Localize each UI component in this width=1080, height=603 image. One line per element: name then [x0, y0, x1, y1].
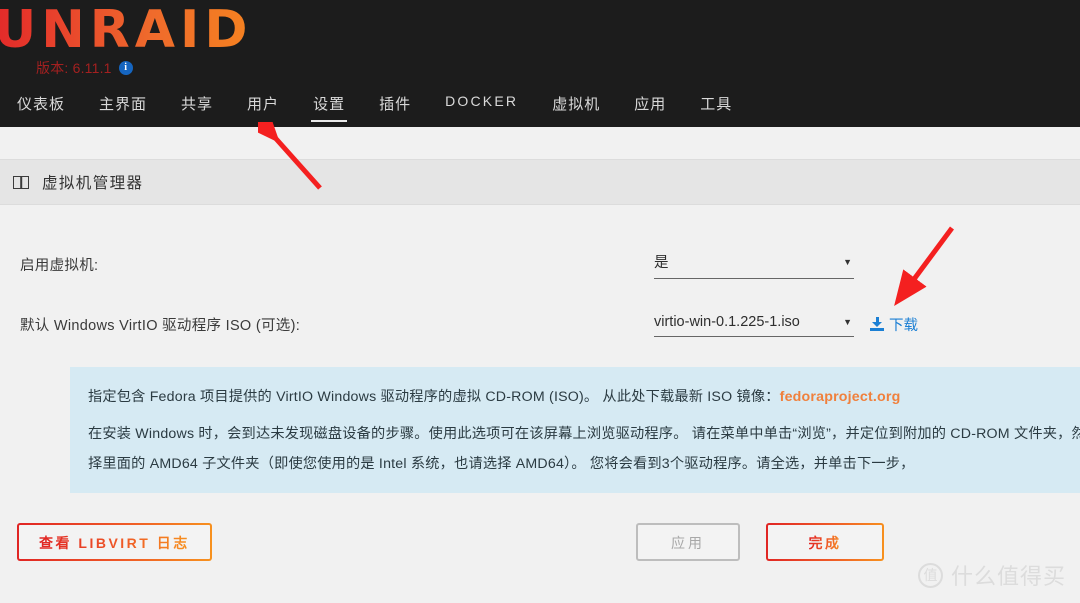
section-header: 虚拟机管理器 [0, 159, 1080, 205]
select-enable-vms-value: 是 [654, 255, 669, 271]
version-label: 版本: 6.11.1 [36, 60, 112, 76]
watermark-text: 什么值得买 [950, 564, 1066, 589]
select-enable-vms[interactable]: 是 ▼ [654, 249, 854, 279]
fedora-project-link[interactable]: fedoraproject.org [780, 389, 901, 405]
chevron-down-icon: ▼ [843, 256, 852, 267]
download-link[interactable]: 下载 [870, 314, 918, 335]
watermark-badge: 值 [917, 562, 943, 588]
view-libvirt-log-button-label: 查看 LIBVIRT 日志 [39, 535, 190, 551]
button-row: 查看 LIBVIRT 日志 应用 完成 [0, 523, 1080, 563]
label-virtio-iso: 默认 Windows VirtIO 驱动程序 ISO (可选): [20, 317, 301, 334]
vm-settings-form: 启用虚拟机: 是 ▼ 默认 Windows VirtIO 驱动程序 ISO (可… [0, 241, 1080, 347]
form-row-enable-vms: 启用虚拟机: 是 ▼ [20, 241, 1060, 287]
help-paragraph-1: 指定包含 Fedora 项目提供的 VirtIO Windows 驱动程序的虚拟… [88, 382, 1080, 412]
nav-item-dashboard[interactable]: 仪表板 [0, 93, 82, 122]
done-button-label: 完成 [808, 535, 842, 551]
select-virtio-iso-value: virtio-win-0.1.225-1.iso [654, 313, 800, 330]
form-row-virtio-iso: 默认 Windows VirtIO 驱动程序 ISO (可选): virtio-… [20, 301, 1060, 347]
apply-button[interactable]: 应用 [636, 523, 740, 561]
nav-item-apps[interactable]: 应用 [617, 93, 683, 122]
help-paragraph-2: 在安装 Windows 时，会到达未发现磁盘设备的步骤。使用此选项可在该屏幕上浏… [88, 426, 1080, 472]
main-navigation: 仪表板 主界面 共享 用户 设置 插件 DOCKER 虚拟机 应用 工具 [0, 93, 749, 122]
page-title: 虚拟机管理器 [42, 175, 144, 192]
view-libvirt-log-button[interactable]: 查看 LIBVIRT 日志 [17, 523, 212, 561]
help-paragraph-1-text: 指定包含 Fedora 项目提供的 VirtIO Windows 驱动程序的虚拟… [88, 389, 780, 405]
nav-item-docker[interactable]: DOCKER [428, 93, 535, 117]
info-icon[interactable]: i [118, 61, 133, 75]
nav-item-users[interactable]: 用户 [230, 93, 296, 122]
panes-icon [13, 175, 29, 189]
help-info-box: 指定包含 Fedora 项目提供的 VirtIO Windows 驱动程序的虚拟… [70, 367, 1080, 493]
watermark: 值 什么值得买 [917, 559, 1066, 591]
top-bar: UNRAID 版本: 6.11.1 i 仪表板 主界面 共享 用户 设置 插件 … [0, 0, 1080, 127]
nav-item-tools[interactable]: 工具 [683, 93, 749, 122]
nav-item-shares[interactable]: 共享 [164, 93, 230, 122]
version-row: 版本: 6.11.1 i [36, 58, 133, 78]
download-link-label: 下载 [889, 317, 918, 334]
nav-item-vms[interactable]: 虚拟机 [535, 93, 617, 122]
chevron-down-icon: ▼ [843, 316, 852, 327]
apply-button-label: 应用 [671, 535, 705, 551]
unraid-logo: UNRAID [0, 2, 253, 58]
done-button[interactable]: 完成 [766, 523, 884, 561]
page-content: 虚拟机管理器 启用虚拟机: 是 ▼ 默认 Windows VirtIO 驱动程序… [0, 159, 1080, 563]
select-virtio-iso[interactable]: virtio-win-0.1.225-1.iso ▼ [654, 312, 854, 337]
label-enable-vms: 启用虚拟机: [20, 257, 99, 274]
nav-item-plugins[interactable]: 插件 [362, 93, 428, 122]
nav-item-settings[interactable]: 设置 [296, 93, 362, 122]
download-icon [870, 317, 884, 331]
nav-item-main[interactable]: 主界面 [82, 93, 164, 122]
